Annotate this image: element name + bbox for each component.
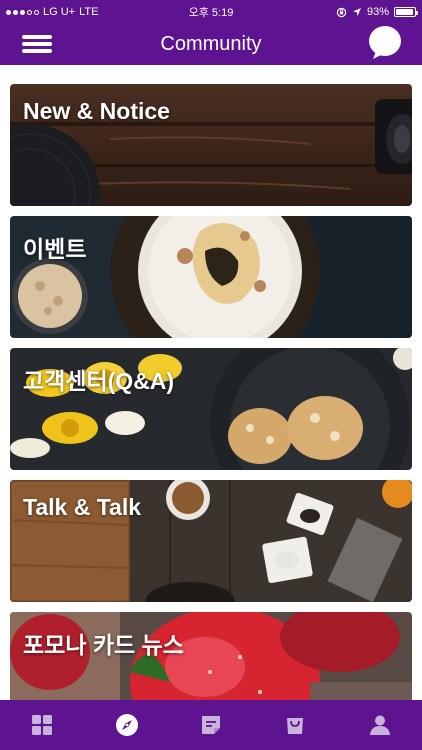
card-label: 고객센터(Q&A)	[23, 368, 175, 394]
nav-memo[interactable]	[191, 705, 231, 745]
battery-icon	[394, 7, 418, 17]
battery-fill	[396, 9, 413, 15]
grid-icon	[32, 715, 53, 735]
bottom-nav	[0, 700, 422, 750]
card-label: Talk & Talk	[23, 494, 142, 520]
nav-shop[interactable]	[275, 705, 315, 745]
card-new-notice[interactable]: New & Notice	[10, 84, 412, 206]
status-right: 93%	[336, 6, 418, 18]
card-talk-talk[interactable]: Talk & Talk	[10, 480, 412, 602]
status-left: LG U+ LTE	[6, 6, 336, 18]
chat-bubble-icon[interactable]	[368, 25, 402, 61]
shopping-bag-icon	[287, 718, 304, 734]
compass-icon	[115, 714, 138, 736]
network-type: LTE	[79, 6, 99, 18]
card-customer-center[interactable]: 고객센터(Q&A)	[10, 348, 412, 470]
signal-strength-icon	[6, 9, 39, 15]
card-event[interactable]: 이벤트	[10, 216, 412, 338]
nav-grid[interactable]	[22, 705, 62, 745]
location-icon	[352, 8, 361, 16]
status-bar: LG U+ LTE 오후 5:19 93%	[0, 0, 422, 24]
nav-community[interactable]	[107, 705, 147, 745]
carrier-name: LG U+	[43, 6, 76, 18]
user-icon	[369, 715, 390, 735]
card-label: New & Notice	[23, 98, 170, 124]
card-label: 이벤트	[23, 236, 87, 262]
hamburger-menu-icon[interactable]	[22, 32, 52, 56]
app-header: Community	[0, 24, 422, 65]
page-title: Community	[160, 33, 262, 55]
battery-percent: 93%	[366, 6, 389, 18]
nav-profile[interactable]	[360, 705, 400, 745]
orientation-lock-icon	[336, 7, 347, 17]
card-label: 포모나 카드 뉴스	[23, 632, 184, 658]
memo-icon	[201, 716, 220, 734]
